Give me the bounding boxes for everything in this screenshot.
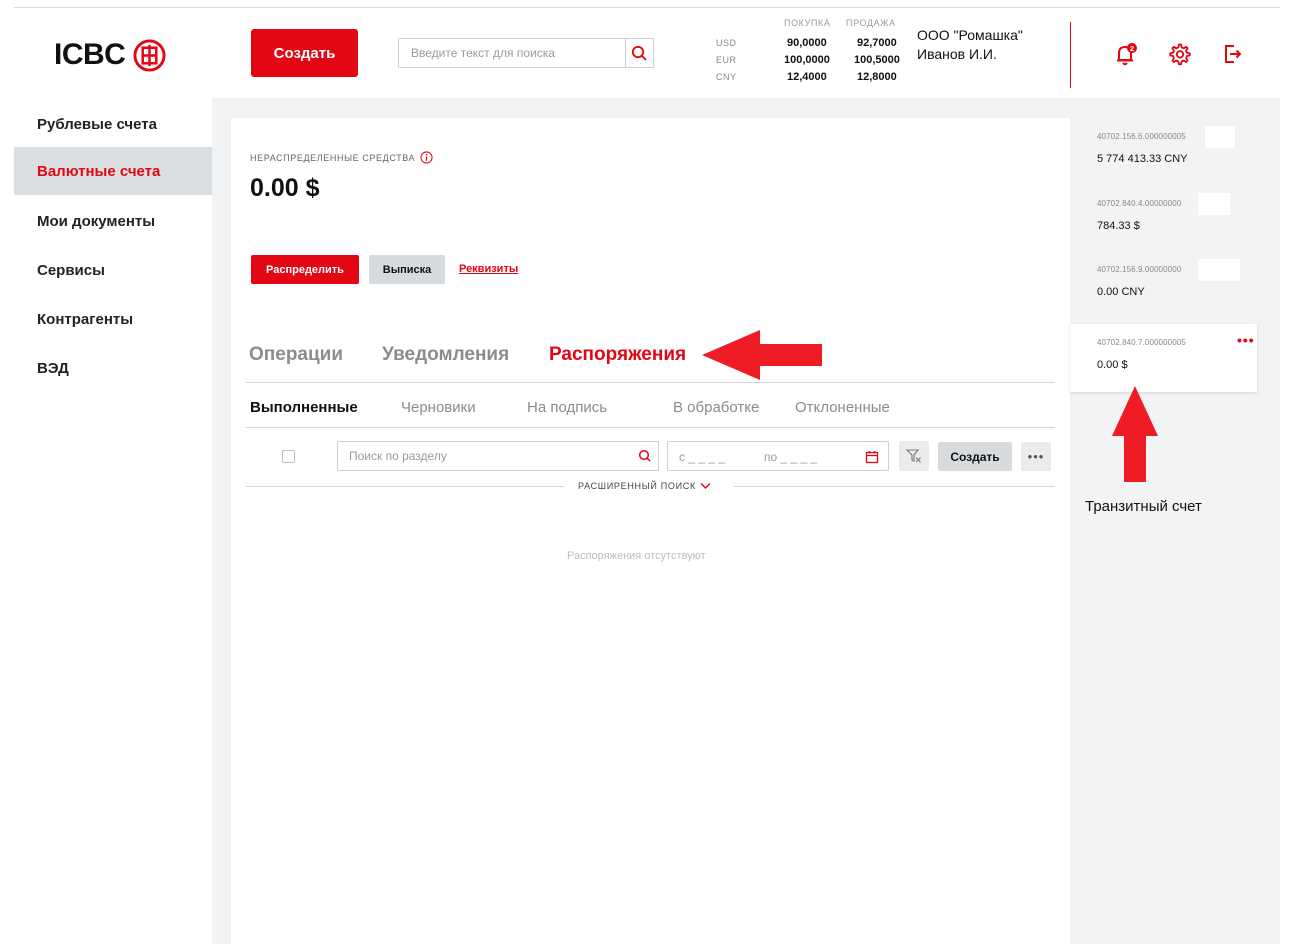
account-card[interactable]: 40702.840.4.00000000 784.33 $ bbox=[1070, 185, 1257, 247]
transit-account-annotation: Транзитный счет bbox=[1085, 498, 1202, 515]
distribute-button[interactable]: Распределить bbox=[251, 255, 359, 284]
requisites-link[interactable]: Реквизиты bbox=[459, 263, 518, 275]
client-info[interactable]: ООО "Ромашка" Иванов И.И. bbox=[917, 26, 1023, 64]
notification-bell-icon[interactable]: 2 bbox=[1113, 42, 1137, 66]
account-mask bbox=[1205, 126, 1235, 148]
subtab-processing[interactable]: В обработке bbox=[673, 399, 759, 416]
advanced-search-line bbox=[734, 486, 1055, 487]
account-mask bbox=[1198, 259, 1240, 281]
search-icon[interactable] bbox=[625, 39, 653, 67]
notification-count: 2 bbox=[1130, 44, 1134, 53]
section-search-input[interactable] bbox=[338, 442, 630, 470]
subtab-drafts[interactable]: Черновики bbox=[401, 399, 476, 416]
create-button[interactable]: Создать bbox=[251, 29, 358, 77]
rate-sell-value: 92,7000 bbox=[857, 37, 897, 49]
header-divider bbox=[1070, 22, 1071, 88]
statement-button[interactable]: Выписка bbox=[369, 255, 445, 284]
account-balance: 5 774 413.33 CNY bbox=[1097, 153, 1188, 165]
logout-icon[interactable] bbox=[1221, 42, 1245, 66]
advanced-search-label: РАСШИРЕННЫЙ ПОИСК bbox=[578, 481, 696, 491]
rate-currency: USD bbox=[716, 38, 737, 48]
filter-clear-icon bbox=[905, 449, 921, 463]
select-all-checkbox[interactable] bbox=[282, 450, 295, 463]
annotation-arrow-up bbox=[1112, 386, 1158, 482]
account-number: 40702.156.6.000000005 bbox=[1097, 132, 1186, 141]
icbc-logo-icon bbox=[133, 38, 166, 72]
account-mask bbox=[1198, 193, 1230, 215]
rates-buy-header: ПОКУПКА bbox=[784, 18, 831, 28]
rate-sell-value: 100,5000 bbox=[854, 54, 900, 66]
account-mask bbox=[1204, 332, 1218, 354]
more-options-icon[interactable]: ••• bbox=[1021, 442, 1051, 471]
company-name: ООО "Ромашка" bbox=[917, 27, 1023, 43]
undistributed-funds-text: НЕРАСПРЕДЕЛЕННЫЕ СРЕДСТВА bbox=[250, 152, 416, 163]
settings-gear-icon[interactable] bbox=[1167, 42, 1191, 66]
account-card-selected[interactable]: 40702.840.7.000000005 0.00 $ ••• bbox=[1070, 324, 1257, 392]
header: ICBC Создать ПОКУПКА ПРОДАЖА USD 90,0000… bbox=[14, 8, 1280, 98]
logo-text: ICBC bbox=[54, 38, 126, 71]
rate-currency: CNY bbox=[716, 72, 737, 82]
subtab-completed[interactable]: Выполненные bbox=[250, 399, 358, 416]
rate-buy-value: 12,4000 bbox=[787, 71, 827, 83]
date-range-picker[interactable]: с _ _ _ _ по _ _ _ _ bbox=[667, 441, 889, 471]
tab-operations[interactable]: Операции bbox=[249, 344, 343, 366]
subtab-rejected[interactable]: Отклоненные bbox=[795, 399, 890, 416]
account-balance: 0.00 CNY bbox=[1097, 286, 1145, 298]
sidebar-item-counterparties[interactable]: Контрагенты bbox=[14, 295, 212, 343]
advanced-search-toggle[interactable]: РАСШИРЕННЫЙ ПОИСК bbox=[578, 481, 711, 491]
search-icon[interactable] bbox=[630, 448, 658, 464]
account-balance: 0.00 $ bbox=[1097, 359, 1128, 371]
create-order-button[interactable]: Создать bbox=[938, 442, 1012, 471]
account-number: 40702.840.4.00000000 bbox=[1097, 199, 1182, 208]
info-icon[interactable] bbox=[420, 151, 433, 164]
account-number: 40702.156.9.00000000 bbox=[1097, 265, 1182, 274]
right-margin bbox=[1280, 98, 1303, 944]
section-search[interactable] bbox=[337, 441, 659, 471]
icbc-logo[interactable]: ICBC bbox=[54, 38, 166, 72]
subtabs-divider bbox=[246, 427, 1055, 428]
sidebar-item-currency-accounts[interactable]: Валютные счета bbox=[14, 147, 212, 195]
date-to-field[interactable]: по _ _ _ _ bbox=[764, 450, 817, 464]
rate-currency: EUR bbox=[716, 55, 737, 65]
undistributed-amount: 0.00 $ bbox=[250, 174, 320, 202]
date-from-field[interactable]: с _ _ _ _ bbox=[679, 450, 725, 464]
account-number: 40702.840.7.000000005 bbox=[1097, 338, 1186, 347]
subtab-to-sign[interactable]: На подпись bbox=[527, 399, 607, 416]
tabs-divider bbox=[246, 382, 1055, 383]
empty-state-text: Распоряжения отсутствуют bbox=[567, 550, 706, 562]
chevron-down-icon bbox=[700, 483, 711, 489]
account-balance: 784.33 $ bbox=[1097, 220, 1140, 232]
sidebar-item-my-documents[interactable]: Мои документы bbox=[14, 197, 212, 245]
rate-buy-value: 90,0000 bbox=[787, 37, 827, 49]
sidebar-item-ved[interactable]: ВЭД bbox=[14, 344, 212, 392]
clear-filter-button[interactable] bbox=[899, 441, 929, 471]
account-card[interactable]: 40702.156.9.00000000 0.00 CNY bbox=[1070, 251, 1257, 313]
sidebar-item-rub-accounts[interactable]: Рублевые счета bbox=[14, 100, 212, 148]
tab-orders[interactable]: Распоряжения bbox=[549, 344, 686, 366]
account-panel bbox=[231, 118, 1070, 944]
rate-buy-value: 100,0000 bbox=[784, 54, 830, 66]
undistributed-funds-label: НЕРАСПРЕДЕЛЕННЫЕ СРЕДСТВА bbox=[250, 151, 433, 164]
calendar-icon[interactable] bbox=[864, 449, 880, 465]
sidebar: Рублевые счета Валютные счета Мои докуме… bbox=[14, 98, 212, 944]
account-card[interactable]: 40702.156.6.000000005 5 774 413.33 CNY bbox=[1070, 118, 1257, 180]
rates-sell-header: ПРОДАЖА bbox=[846, 18, 896, 28]
rate-sell-value: 12,8000 bbox=[857, 71, 897, 83]
global-search[interactable] bbox=[398, 38, 654, 68]
user-name: Иванов И.И. bbox=[917, 46, 997, 62]
sidebar-item-services[interactable]: Сервисы bbox=[14, 246, 212, 294]
advanced-search-line bbox=[246, 486, 564, 487]
tab-notifications[interactable]: Уведомления bbox=[382, 344, 509, 366]
search-input[interactable] bbox=[399, 39, 625, 67]
annotation-arrow-left bbox=[702, 330, 822, 380]
account-more-icon[interactable]: ••• bbox=[1237, 332, 1255, 348]
